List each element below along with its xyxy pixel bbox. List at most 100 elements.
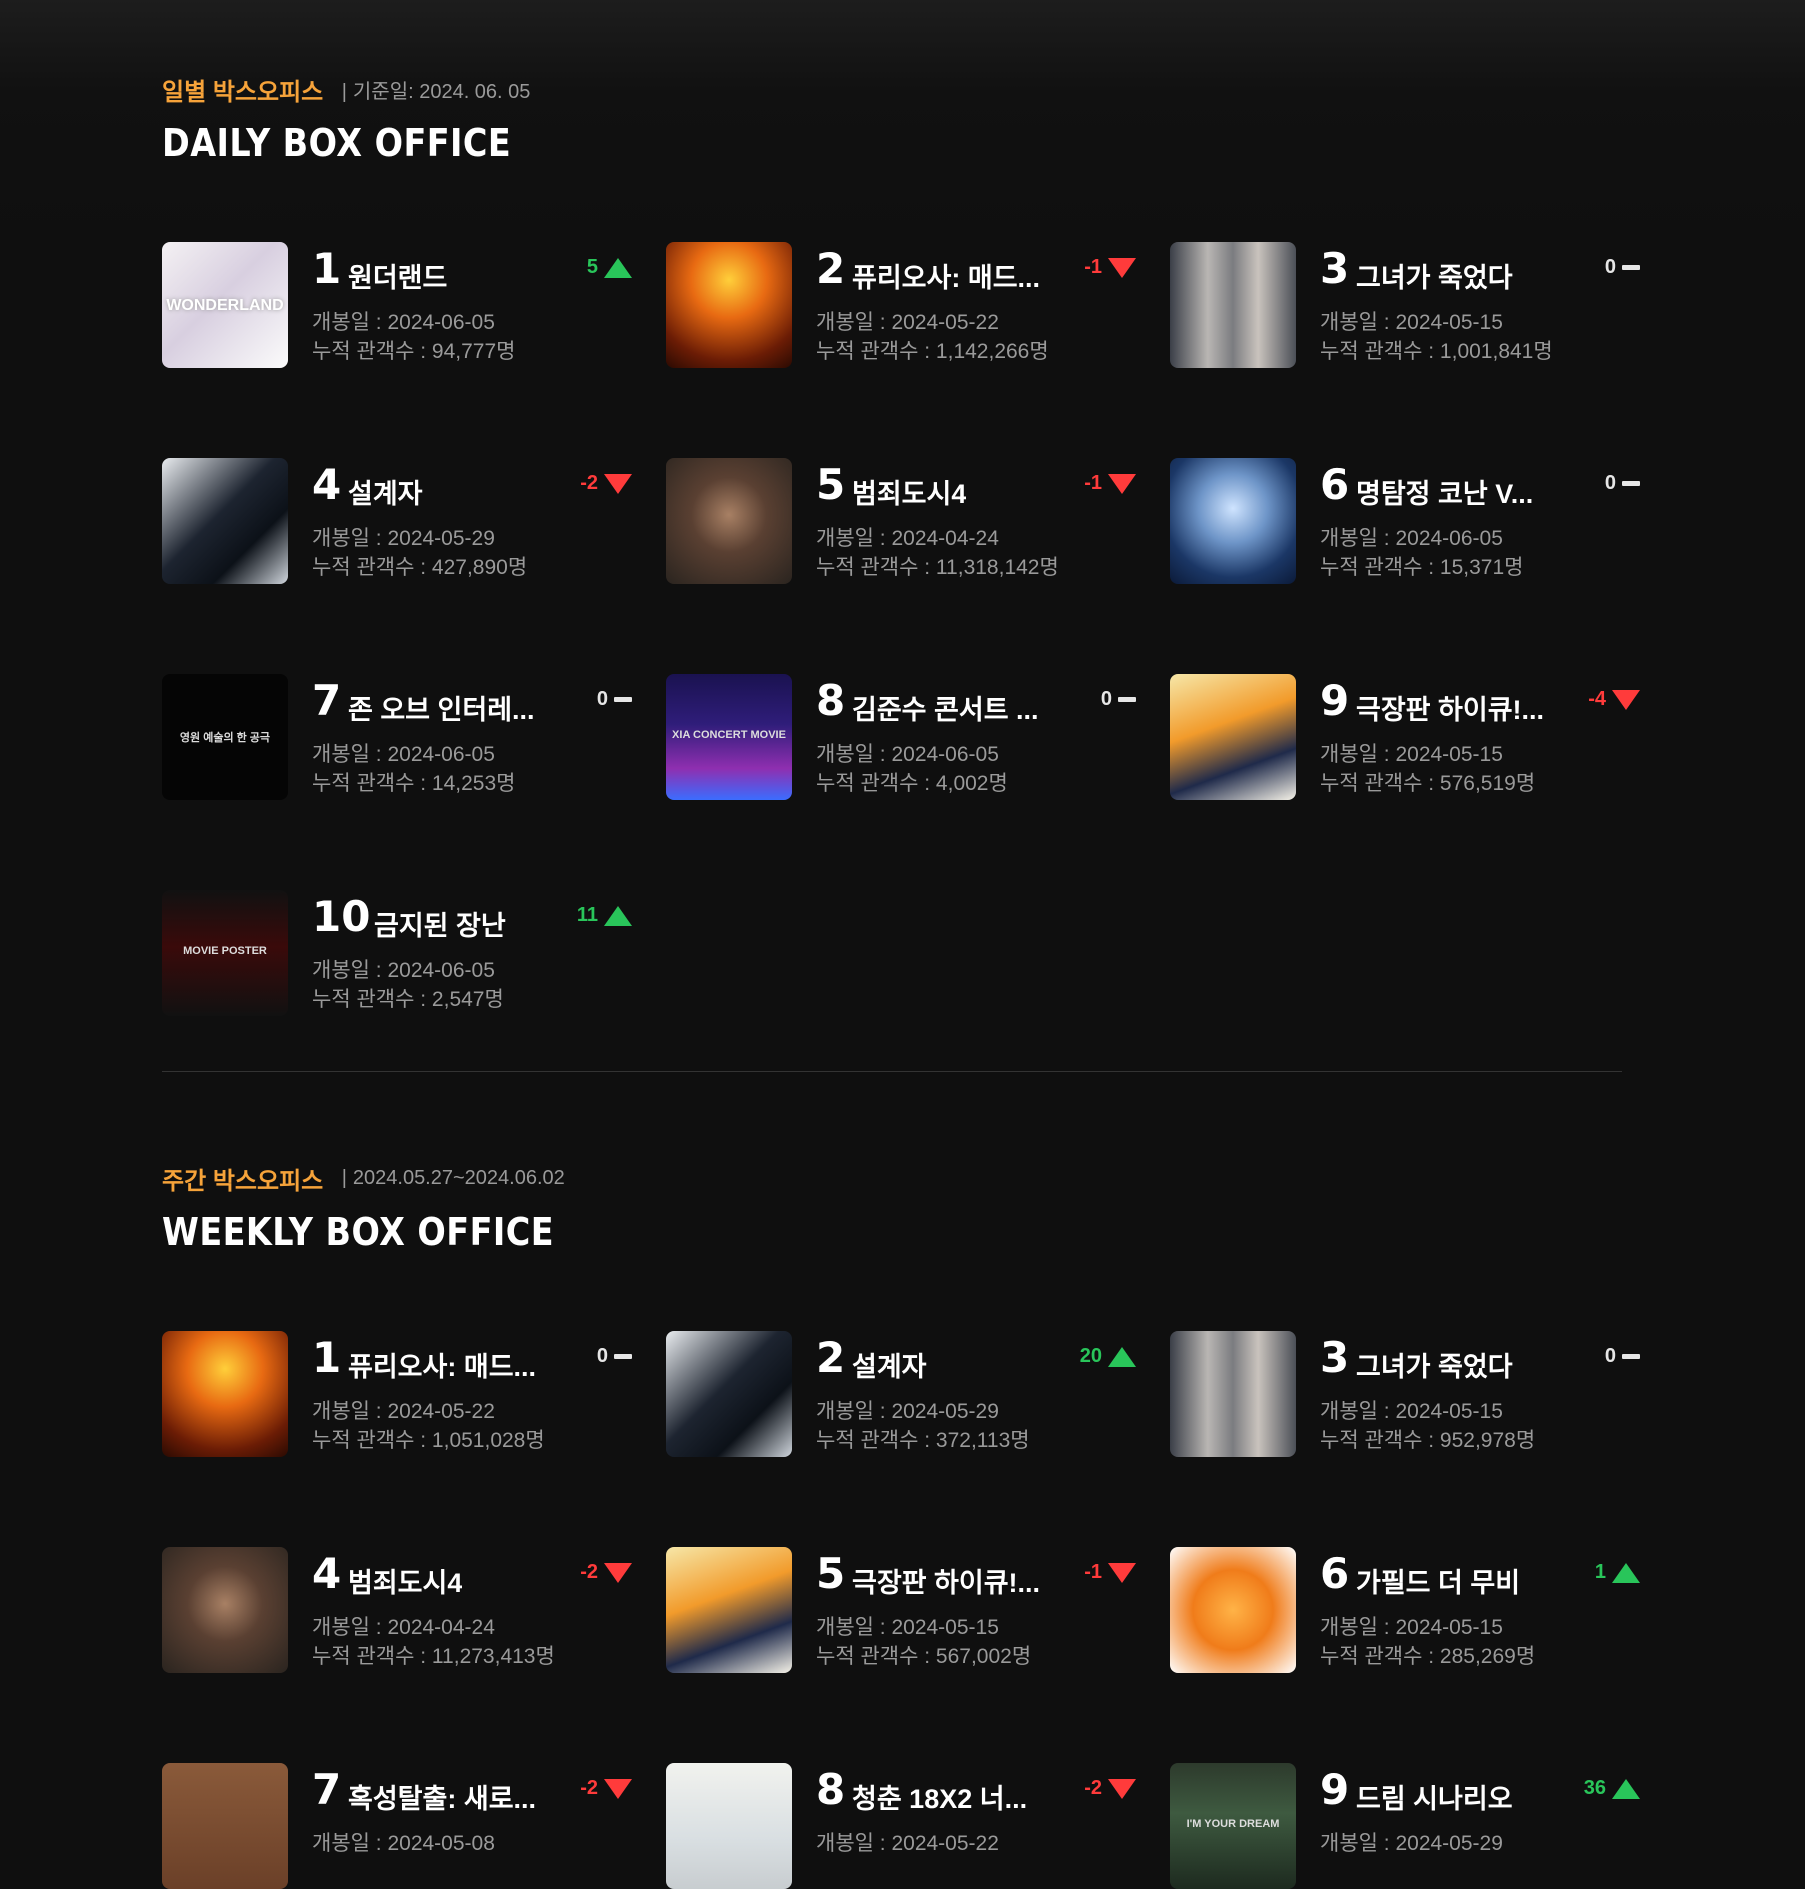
movie-title[interactable]: 범죄도시4 — [348, 1561, 462, 1600]
movie-title[interactable]: 명탐정 코난 V... — [1356, 472, 1533, 511]
movie-poster[interactable] — [1170, 242, 1296, 368]
movie-title[interactable]: 퓨리오사: 매드... — [852, 256, 1040, 295]
movie-poster[interactable] — [666, 1331, 792, 1457]
movie-card[interactable]: 9 극장판 하이큐!... -4 개봉일 : 2024-05-15 누적 관객수 : 5… — [1170, 674, 1640, 800]
movie-card[interactable]: MOVIE POSTER 10 금지된 장난 11 개봉일 : 2024-06-05 누적… — [162, 890, 632, 1016]
movie-poster[interactable] — [666, 458, 792, 584]
movie-card[interactable]: 2 설계자 20 개봉일 : 2024-05-29 누적 관객수 : 372,113명 — [666, 1331, 1136, 1457]
rank-change-value: -2 — [580, 1561, 598, 1583]
movie-title[interactable]: 혹성탈출: 새로... — [348, 1777, 536, 1816]
movie-title[interactable]: 청춘 18X2 너... — [852, 1777, 1027, 1816]
cumulative-audience: 누적 관객수 : 15,371명 — [1320, 556, 1524, 579]
rank-same-icon — [1622, 265, 1640, 270]
movie-card[interactable]: 3 그녀가 죽었다 0 개봉일 : 2024-05-15 누적 관객수 : 952,97… — [1170, 1331, 1640, 1457]
rank-change-value: -1 — [1084, 472, 1102, 494]
movie-rank: 5 — [816, 460, 846, 509]
movie-card[interactable]: 5 범죄도시4 -1 개봉일 : 2024-04-24 누적 관객수 : 11,318,… — [666, 458, 1136, 584]
movie-title[interactable]: 설계자 — [348, 472, 423, 511]
daily-date: | 기준일: 2024. 06. 05 — [341, 81, 531, 103]
rank-change: 11 — [577, 904, 632, 927]
movie-title[interactable]: 가필드 더 무비 — [1356, 1561, 1520, 1600]
movie-card[interactable]: 4 설계자 -2 개봉일 : 2024-05-29 누적 관객수 : 427,890명 — [162, 458, 632, 584]
rank-down-icon — [604, 473, 632, 494]
movie-card[interactable]: 6 가필드 더 무비 1 개봉일 : 2024-05-15 누적 관객수 : 285,2… — [1170, 1547, 1640, 1673]
weekly-subtitle: 주간 박스오피스 — [162, 1168, 324, 1195]
rank-change: -2 — [580, 1777, 632, 1800]
rank-same-icon — [614, 697, 632, 702]
movie-card[interactable]: 5 극장판 하이큐!... -1 개봉일 : 2024-05-15 누적 관객수 : 5… — [666, 1547, 1136, 1673]
rank-up-icon — [1108, 1346, 1136, 1367]
release-date: 개봉일 : 2024-05-15 — [1320, 1616, 1503, 1639]
movie-poster[interactable] — [1170, 1331, 1296, 1457]
movie-title[interactable]: 퓨리오사: 매드... — [348, 1345, 536, 1384]
release-date: 개봉일 : 2024-05-15 — [1320, 743, 1503, 766]
rank-change: 0 — [597, 1345, 632, 1368]
rank-change: 0 — [1605, 256, 1640, 279]
movie-card[interactable]: 2 퓨리오사: 매드... -1 개봉일 : 2024-05-22 누적 관객수 : 1… — [666, 242, 1136, 368]
movie-title[interactable]: 존 오브 인터레... — [348, 688, 535, 727]
movie-poster[interactable] — [162, 1331, 288, 1457]
weekly-date-text: 2024.05.27~2024.06.02 — [352, 1167, 565, 1189]
movie-card[interactable]: 8 청춘 18X2 너... -2 개봉일 : 2024-05-22 — [666, 1763, 1136, 1889]
daily-title: DAILY BOX OFFICE — [162, 121, 512, 165]
rank-down-icon — [1108, 257, 1136, 278]
cumulative-audience: 누적 관객수 : 1,142,266명 — [816, 340, 1049, 363]
movie-title[interactable]: 그녀가 죽었다 — [1356, 1345, 1513, 1384]
movie-card[interactable]: 4 범죄도시4 -2 개봉일 : 2024-04-24 누적 관객수 : 11,273,… — [162, 1547, 632, 1673]
movie-title[interactable]: 원더랜드 — [348, 256, 447, 295]
rank-change-value: -2 — [580, 1777, 598, 1799]
cumulative-audience: 누적 관객수 : 285,269명 — [1320, 1645, 1536, 1668]
movie-poster[interactable]: 영원 예술의 한 공극 — [162, 674, 288, 800]
cumulative-audience: 누적 관객수 : 427,890명 — [312, 556, 528, 579]
rank-change-value: 1 — [1594, 1561, 1606, 1583]
movie-card[interactable]: I'M YOUR DREAM 9 드림 시나리오 36 개봉일 : 2024-05-29 — [1170, 1763, 1640, 1889]
movie-poster[interactable]: I'M YOUR DREAM — [1170, 1763, 1296, 1889]
rank-change-value: 36 — [1583, 1777, 1606, 1799]
movie-card[interactable]: 7 혹성탈출: 새로... -2 개봉일 : 2024-05-08 — [162, 1763, 632, 1889]
movie-title[interactable]: 범죄도시4 — [852, 472, 966, 511]
weekly-date: | 2024.05.27~2024.06.02 — [341, 1167, 565, 1189]
movie-title[interactable]: 극장판 하이큐!... — [852, 1561, 1040, 1600]
movie-rank: 7 — [312, 676, 342, 725]
movie-poster[interactable]: XIA CONCERT MOVIE — [666, 674, 792, 800]
movie-title[interactable]: 그녀가 죽었다 — [1356, 256, 1513, 295]
movie-poster[interactable]: WONDERLAND — [162, 242, 288, 368]
movie-title[interactable]: 설계자 — [852, 1345, 927, 1384]
movie-poster[interactable] — [162, 1763, 288, 1889]
rank-change: -2 — [1084, 1777, 1136, 1800]
movie-rank: 8 — [816, 1765, 846, 1814]
movie-card[interactable]: 3 그녀가 죽었다 0 개봉일 : 2024-05-15 누적 관객수 : 1,001,… — [1170, 242, 1640, 368]
cumulative-audience: 누적 관객수 : 11,273,413명 — [312, 1645, 555, 1668]
movie-poster[interactable] — [1170, 674, 1296, 800]
weekly-title: WEEKLY BOX OFFICE — [162, 1210, 555, 1254]
rank-up-icon — [604, 905, 632, 926]
movie-poster[interactable] — [1170, 458, 1296, 584]
movie-poster[interactable] — [162, 458, 288, 584]
cumulative-audience: 누적 관객수 : 567,002명 — [816, 1645, 1032, 1668]
box-office-page: 일별 박스오피스 | 기준일: 2024. 06. 05 DAILY BOX OF… — [0, 0, 1805, 1889]
rank-up-icon — [1612, 1562, 1640, 1583]
movie-poster[interactable] — [666, 1547, 792, 1673]
movie-title[interactable]: 극장판 하이큐!... — [1356, 688, 1544, 727]
rank-down-icon — [1108, 1562, 1136, 1583]
movie-poster[interactable] — [162, 1547, 288, 1673]
movie-rank: 1 — [312, 1333, 342, 1382]
movie-title[interactable]: 김준수 콘서트 ... — [852, 688, 1039, 727]
rank-change: -2 — [580, 1561, 632, 1584]
movie-card[interactable]: 6 명탐정 코난 V... 0 개봉일 : 2024-06-05 누적 관객수 : 15… — [1170, 458, 1640, 584]
movie-poster[interactable] — [1170, 1547, 1296, 1673]
movie-card[interactable]: 영원 예술의 한 공극 7 존 오브 인터레... 0 개봉일 : 2024-06-05… — [162, 674, 632, 800]
movie-title[interactable]: 드림 시나리오 — [1356, 1777, 1513, 1816]
rank-change-value: 20 — [1079, 1345, 1102, 1367]
rank-change: 20 — [1080, 1345, 1136, 1368]
movie-poster[interactable]: MOVIE POSTER — [162, 890, 288, 1016]
movie-card[interactable]: XIA CONCERT MOVIE 8 김준수 콘서트 ... 0 개봉일 : 2024… — [666, 674, 1136, 800]
movie-title[interactable]: 금지된 장난 — [374, 904, 506, 943]
rank-change: 5 — [587, 256, 632, 279]
movie-poster[interactable] — [666, 242, 792, 368]
movie-card[interactable]: WONDERLAND 1 원더랜드 5 개봉일 : 2024-06-05 누적 관객수 :… — [162, 242, 632, 368]
movie-poster[interactable] — [666, 1763, 792, 1889]
release-date: 개봉일 : 2024-05-29 — [1320, 1832, 1503, 1855]
movie-card[interactable]: 1 퓨리오사: 매드... 0 개봉일 : 2024-05-22 누적 관객수 : 1,… — [162, 1331, 632, 1457]
movie-rank: 8 — [816, 676, 846, 725]
